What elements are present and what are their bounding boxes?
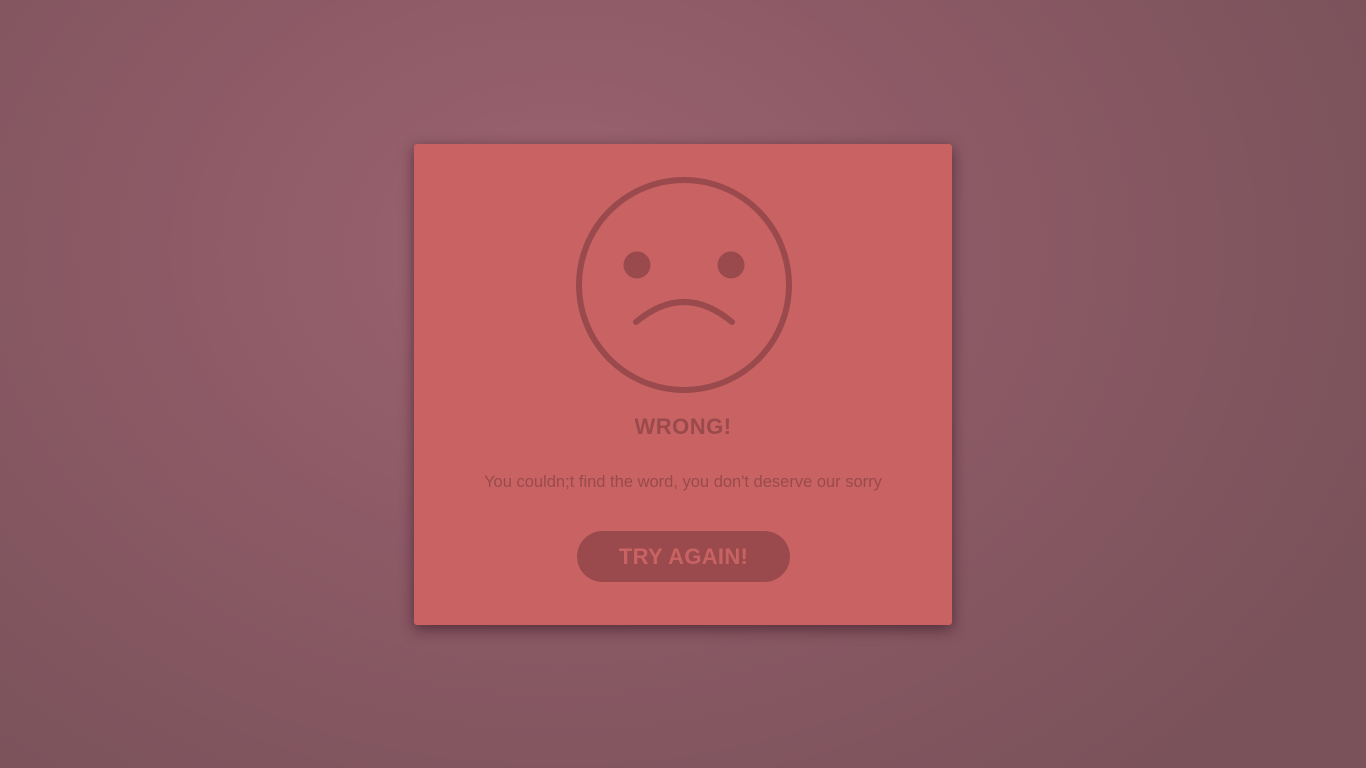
error-dialog: WRONG! You couldn;t find the word, you d…	[414, 144, 952, 625]
dialog-title: WRONG!	[634, 414, 732, 439]
sad-face-icon	[576, 177, 792, 393]
dialog-message: You couldn;t find the word, you don't de…	[484, 473, 882, 491]
try-again-button[interactable]: TRY AGAIN!	[577, 531, 790, 582]
